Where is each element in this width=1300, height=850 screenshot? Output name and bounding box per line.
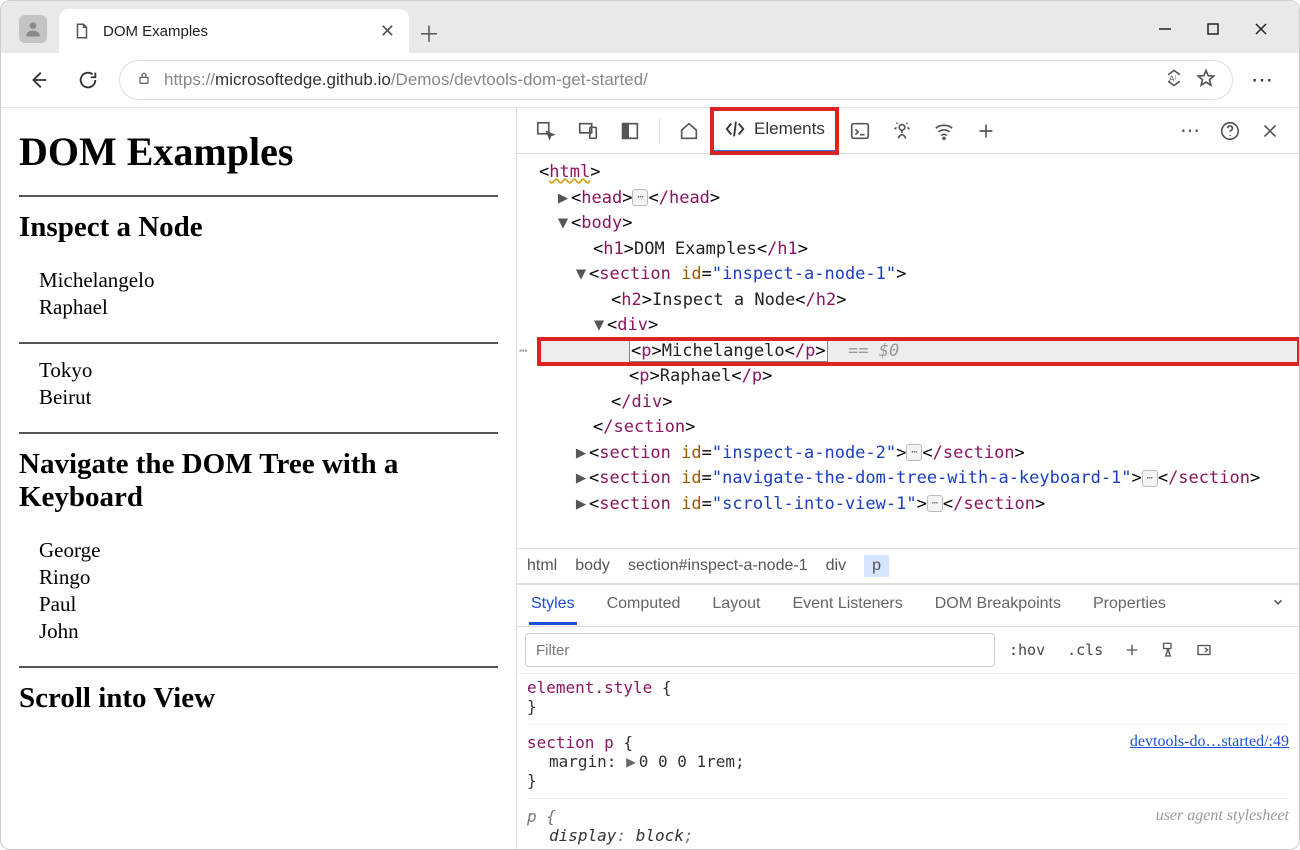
crumb[interactable]: div xyxy=(826,557,846,575)
paint-icon[interactable] xyxy=(1153,635,1183,665)
crumb[interactable]: body xyxy=(575,557,610,575)
page-icon xyxy=(73,22,91,40)
dom-tree[interactable]: <html> ▶<head>⋯</head> ▼<body> <h1>DOM E… xyxy=(517,154,1299,548)
settings-menu-icon[interactable]: ⋯ xyxy=(1171,112,1209,150)
divider xyxy=(19,666,498,668)
minimize-icon[interactable] xyxy=(1155,19,1175,39)
selected-dom-node[interactable]: ⋯ <p>Michelangelo</p> == $0 xyxy=(539,339,1299,365)
browser-toolbar: https://microsoftedge.github.io/Demos/de… xyxy=(1,53,1299,107)
inspect-element-icon[interactable] xyxy=(527,112,565,150)
crumb[interactable]: section#inspect-a-node-1 xyxy=(628,557,808,575)
tab-title: DOM Examples xyxy=(103,23,368,40)
styles-filter-input[interactable] xyxy=(525,633,995,667)
refresh-button[interactable] xyxy=(69,61,107,99)
cls-toggle[interactable]: .cls xyxy=(1059,637,1111,663)
tab-dom-breakpoints[interactable]: DOM Breakpoints xyxy=(933,586,1063,625)
read-aloud-icon[interactable]: A⁾ xyxy=(1164,68,1184,93)
styles-tabstrip: Styles Computed Layout Event Listeners D… xyxy=(517,585,1299,627)
tab-elements-label: Elements xyxy=(754,119,825,139)
back-button[interactable] xyxy=(19,61,57,99)
page-p: Tokyo xyxy=(39,358,498,383)
device-toggle-icon[interactable] xyxy=(569,112,607,150)
window-controls xyxy=(1155,19,1299,53)
page-p: Beirut xyxy=(39,385,498,410)
styles-pane[interactable]: element.style { } devtools-do…started/:4… xyxy=(517,674,1299,849)
browser-titlebar: DOM Examples ✕ ＋ xyxy=(1,1,1299,53)
browser-tab[interactable]: DOM Examples ✕ xyxy=(59,9,409,53)
page-p: Raphael xyxy=(39,295,498,320)
tab-layout[interactable]: Layout xyxy=(710,586,762,625)
devtools-toolbar: Elements ⋯ xyxy=(517,108,1299,154)
dock-icon[interactable] xyxy=(611,112,649,150)
crumb[interactable]: html xyxy=(527,557,557,575)
help-icon[interactable] xyxy=(1211,112,1249,150)
source-link[interactable]: devtools-do…started/:49 xyxy=(1130,733,1289,751)
sources-icon[interactable] xyxy=(883,112,921,150)
address-bar[interactable]: https://microsoftedge.github.io/Demos/de… xyxy=(119,60,1233,100)
page-p: Michelangelo xyxy=(39,268,498,293)
console-icon[interactable] xyxy=(841,112,879,150)
browser-menu-icon[interactable]: ⋯ xyxy=(1245,67,1281,93)
close-window-icon[interactable] xyxy=(1251,19,1271,39)
tab-elements[interactable]: Elements xyxy=(712,109,837,153)
close-devtools-icon[interactable] xyxy=(1251,112,1289,150)
expand-tabs-icon[interactable] xyxy=(1269,586,1287,626)
ua-label: user agent stylesheet xyxy=(1156,807,1289,825)
tab-properties[interactable]: Properties xyxy=(1091,586,1168,625)
page-p: Paul xyxy=(39,592,498,617)
divider xyxy=(19,342,498,344)
computed-toggle-icon[interactable] xyxy=(1189,635,1219,665)
more-tabs-icon[interactable] xyxy=(967,112,1005,150)
new-style-rule-icon[interactable] xyxy=(1117,635,1147,665)
maximize-icon[interactable] xyxy=(1203,19,1223,39)
styles-toolbar: :hov .cls xyxy=(517,627,1299,674)
close-tab-icon[interactable]: ✕ xyxy=(380,21,395,42)
tab-styles[interactable]: Styles xyxy=(529,586,577,625)
divider xyxy=(19,432,498,434)
lock-icon xyxy=(136,70,152,91)
tab-event-listeners[interactable]: Event Listeners xyxy=(790,586,904,625)
page-p: George xyxy=(39,538,498,563)
page-h1: DOM Examples xyxy=(19,128,498,175)
dom-breadcrumb[interactable]: html body section#inspect-a-node-1 div p xyxy=(517,548,1299,584)
crumb-selected[interactable]: p xyxy=(864,555,889,577)
svg-text:A⁾: A⁾ xyxy=(1169,73,1177,83)
new-tab-button[interactable]: ＋ xyxy=(409,13,449,53)
page-h2-scroll: Scroll into View xyxy=(19,682,498,715)
profile-button[interactable] xyxy=(19,15,47,43)
page-h2-navigate: Navigate the DOM Tree with a Keyboard xyxy=(19,448,498,514)
devtools-panel: Elements ⋯ <html> ▶<head>⋯</head> ▼<body… xyxy=(517,108,1299,849)
page-h2-inspect: Inspect a Node xyxy=(19,211,498,244)
welcome-icon[interactable] xyxy=(670,112,708,150)
url-text: https://microsoftedge.github.io/Demos/de… xyxy=(164,70,1152,90)
rendered-page[interactable]: DOM Examples Inspect a Node Michelangelo… xyxy=(1,108,517,849)
favorite-icon[interactable] xyxy=(1196,68,1216,93)
network-icon[interactable] xyxy=(925,112,963,150)
divider xyxy=(19,195,498,197)
page-p: John xyxy=(39,619,498,644)
tab-computed[interactable]: Computed xyxy=(605,586,683,625)
page-p: Ringo xyxy=(39,565,498,590)
hov-toggle[interactable]: :hov xyxy=(1001,637,1053,663)
